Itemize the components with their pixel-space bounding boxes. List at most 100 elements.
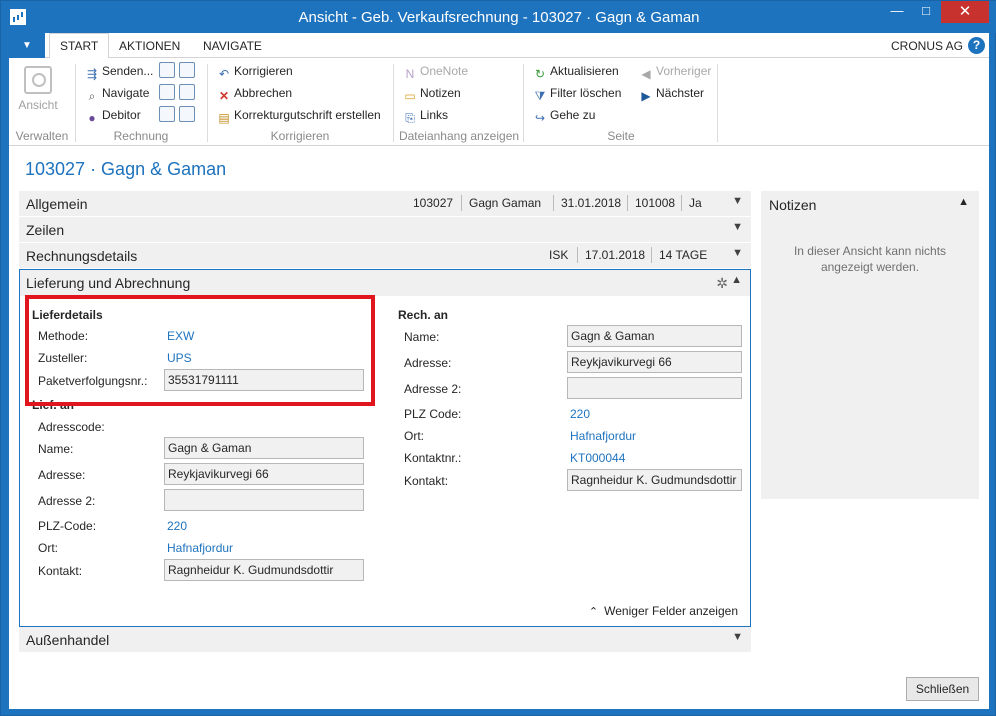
chevron-down-icon[interactable]: ▼ xyxy=(732,195,743,207)
value-rech-an-adresse[interactable]: Reykjavikurvegi 66 xyxy=(567,351,742,373)
goto-icon: ↪ xyxy=(534,111,546,125)
value-rech-an-plz[interactable]: 220 xyxy=(570,407,590,421)
summary-divider xyxy=(577,247,578,263)
ribbon-divider xyxy=(717,64,718,142)
value-lief-an-adresse[interactable]: Reykjavikurvegi 66 xyxy=(164,463,364,485)
client-area: ▼ START AKTIONEN NAVIGATE CRONUS AG ? An… xyxy=(9,33,989,709)
links-icon: ⎘ xyxy=(405,111,415,125)
filter-loeschen-label: Filter löschen xyxy=(550,86,622,100)
chevron-down-icon[interactable]: ▼ xyxy=(732,631,743,643)
title-bar: Ansicht - Geb. Verkaufsrechnung - 103027… xyxy=(1,1,996,33)
gehe-zu-button[interactable]: ↪ Gehe zu xyxy=(533,105,595,125)
summary-currency: ISK xyxy=(549,248,569,262)
summary-divider xyxy=(461,195,462,211)
value-lief-an-kontakt[interactable]: Ragnheidur K. Gudmundsdottir xyxy=(164,559,364,581)
refresh-icon: ↻ xyxy=(534,67,546,81)
group-label-korrigieren: Korrigieren xyxy=(270,129,330,143)
ribbon-group-korrigieren: ↶ Korrigieren ✕ Abbrechen ▤ Korrekturgutsch… xyxy=(209,58,391,146)
aktualisieren-button[interactable]: ↻ Aktualisieren xyxy=(533,61,619,81)
group-label-dateianhang: Dateianhang anzeigen xyxy=(398,129,520,143)
maximize-button[interactable]: □ xyxy=(912,1,940,23)
help-icon[interactable]: ? xyxy=(968,37,985,54)
application-menu-button[interactable]: ▼ xyxy=(9,33,45,58)
tab-start[interactable]: START xyxy=(49,33,110,59)
value-lief-an-ort[interactable]: Hafnafjordur xyxy=(167,541,233,555)
minimize-button[interactable]: — xyxy=(883,1,911,23)
korrekturgutschrift-button[interactable]: ▤ Korrekturgutschrift erstellen xyxy=(217,105,380,125)
fasttab-lieferung-header[interactable]: Lieferung und Abrechnung ✲ ▲ xyxy=(20,270,750,296)
chevron-down-icon[interactable]: ▼ xyxy=(732,221,743,233)
label-adresscode: Adresscode: xyxy=(38,420,105,434)
gehe-zu-label: Gehe zu xyxy=(550,108,596,122)
chevron-down-icon[interactable]: ▼ xyxy=(732,247,743,259)
group-title-rech-an: Rech. an xyxy=(398,308,449,322)
chevron-up-icon[interactable]: ▲ xyxy=(958,196,969,208)
value-rech-an-adresse-2[interactable] xyxy=(567,377,742,399)
value-lief-an-name[interactable]: Gagn & Gaman xyxy=(164,437,364,459)
debitor-button[interactable]: ● Debitor xyxy=(85,105,140,125)
label-ort: Ort: xyxy=(404,429,424,443)
company-name[interactable]: CRONUS AG xyxy=(891,39,963,53)
links-button[interactable]: ⎘ Links xyxy=(403,105,448,125)
fasttab-rechnungsdetails[interactable]: Rechnungsdetails ISK 17.01.2018 14 TAGE … xyxy=(19,243,751,269)
notes-empty-text: In dieser Ansicht kann nichts angezeigt … xyxy=(793,244,947,274)
gear-icon[interactable]: ✲ xyxy=(716,275,728,292)
value-rech-an-kontakt[interactable]: Ragnheidur K. Gudmundsdottir xyxy=(567,469,742,491)
less-fields-link[interactable]: ⌃ Weniger Felder anzeigen xyxy=(589,604,738,618)
chart-icon[interactable] xyxy=(159,84,175,100)
tab-navigate[interactable]: NAVIGATE xyxy=(193,33,272,59)
grid-icon[interactable] xyxy=(179,84,195,100)
summary-customer: Gagn Gaman xyxy=(469,196,542,210)
notizen-button[interactable]: ▭ Notizen xyxy=(403,83,460,103)
document-icon[interactable] xyxy=(159,62,175,78)
undo-icon: ↶ xyxy=(218,67,230,81)
label-plz-code: PLZ-Code: xyxy=(38,519,97,533)
ansicht-button[interactable]: Ansicht xyxy=(15,64,61,124)
vorheriger-button[interactable]: ◀ Vorheriger xyxy=(639,61,711,81)
ribbon-group-rechnung: ⇶ Senden... ⌕ Navigate ● Debitor Rechnung xyxy=(77,58,205,146)
comment-icon[interactable] xyxy=(159,106,175,122)
value-rech-an-kontaktnr[interactable]: KT000044 xyxy=(570,451,625,465)
summary-due-date: 17.01.2018 xyxy=(585,248,646,262)
fasttab-zeilen-title: Zeilen xyxy=(26,222,65,238)
filter-loeschen-button[interactable]: ⧩ Filter löschen xyxy=(533,83,622,103)
navigate-button[interactable]: ⌕ Navigate xyxy=(85,83,150,103)
group-label-seite: Seite xyxy=(607,129,635,143)
navigate-icon: ⌕ xyxy=(88,89,96,103)
value-lief-an-adresse-2[interactable] xyxy=(164,489,364,511)
ribbon-group-dateianhang: N OneNote ▭ Notizen ⎘ Links Dateianhang anz… xyxy=(395,58,523,146)
summary-divider xyxy=(681,195,682,211)
senden-button[interactable]: ⇶ Senden... xyxy=(85,61,153,81)
notes-title: Notizen xyxy=(769,197,817,213)
link-icon[interactable] xyxy=(179,62,195,78)
fasttab-aussenhandel[interactable]: Außenhandel ▼ xyxy=(19,627,751,653)
application-window: Ansicht - Geb. Verkaufsrechnung - 103027… xyxy=(0,0,996,716)
label-adresse-2: Adresse 2: xyxy=(38,494,96,508)
label-name: Name: xyxy=(404,330,440,344)
cancel-icon: ✕ xyxy=(218,89,230,103)
label-kontakt: Kontakt: xyxy=(38,564,83,578)
fasttab-allgemein[interactable]: Allgemein 103027 Gagn Gaman 31.01.2018 1… xyxy=(19,191,751,217)
fasttab-rechnungsdetails-title: Rechnungsdetails xyxy=(26,248,138,264)
onenote-button[interactable]: N OneNote xyxy=(403,61,468,81)
label-name: Name: xyxy=(38,442,74,456)
chevron-up-icon: ⌃ xyxy=(588,606,599,618)
summary-divider xyxy=(627,195,628,211)
chevron-up-icon[interactable]: ▲ xyxy=(731,274,742,286)
korrigieren-button[interactable]: ↶ Korrigieren xyxy=(217,61,293,81)
dimensions-icon[interactable] xyxy=(179,106,195,122)
naechster-button[interactable]: ▶ Nächster xyxy=(639,83,704,103)
close-window-button[interactable]: ✕ xyxy=(941,1,989,23)
abbrechen-button[interactable]: ✕ Abbrechen xyxy=(217,83,292,103)
summary-divider xyxy=(651,247,652,263)
value-rech-an-name[interactable]: Gagn & Gaman xyxy=(567,325,742,347)
value-lief-an-plz[interactable]: 220 xyxy=(167,519,187,533)
less-fields-label: Weniger Felder anzeigen xyxy=(604,604,738,618)
notes-factbox: Notizen ▲ In dieser Ansicht kann nichts … xyxy=(761,191,979,499)
summary-number: 103027 xyxy=(413,196,454,210)
schliessen-button[interactable]: Schließen xyxy=(906,677,979,701)
tab-aktionen[interactable]: AKTIONEN xyxy=(109,33,190,59)
fasttab-zeilen[interactable]: Zeilen ▼ xyxy=(19,217,751,243)
value-rech-an-ort[interactable]: Hafnafjordur xyxy=(570,429,636,443)
vorheriger-label: Vorheriger xyxy=(656,64,712,78)
